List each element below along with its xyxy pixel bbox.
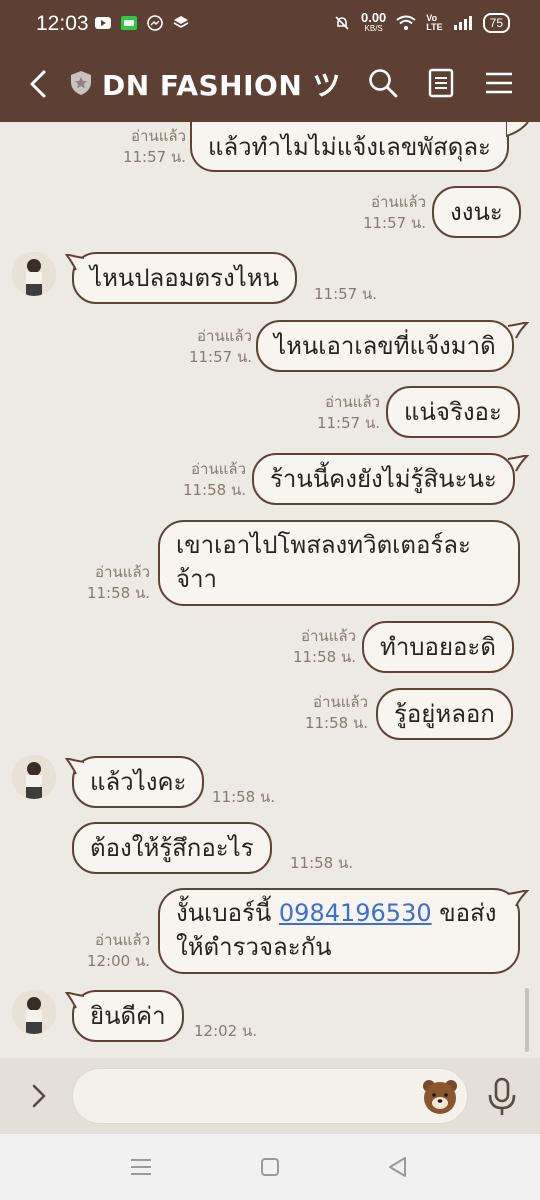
- message-bubble-sent[interactable]: แน่จริงอะ: [386, 386, 520, 438]
- chat-scrollbar[interactable]: [525, 988, 529, 1052]
- chevron-left-icon[interactable]: [24, 66, 54, 102]
- message-input-bar: [0, 1058, 540, 1134]
- volte-indicator: Vo LTE: [426, 13, 443, 32]
- message-bubble-sent[interactable]: เขาเอาไปโพสลงทวิตเตอร์ละ จ้าา: [158, 520, 520, 606]
- avatar[interactable]: [12, 252, 56, 296]
- avatar-photo: [12, 252, 56, 296]
- signal-icon: [453, 16, 472, 30]
- chat-title: DN FASHION ツ: [102, 69, 342, 102]
- microphone-icon[interactable]: [484, 1076, 520, 1118]
- mute-bell-icon: [335, 16, 349, 30]
- phone-number-link[interactable]: 0984196530: [279, 899, 432, 927]
- wifi-icon: [396, 15, 416, 30]
- status-indicators: 0.00 KB/S Vo LTE 75: [333, 10, 510, 34]
- message-meta: อ่านแล้ว 12:00 น.: [86, 931, 150, 970]
- hamburger-menu-icon[interactable]: [482, 66, 516, 100]
- youtube-icon: [95, 17, 111, 29]
- battery-indicator: 75: [482, 13, 510, 33]
- status-bar: 12:03 0.00 KB/S Vo LTE 75: [0, 0, 540, 46]
- message-meta: อ่านแล้ว 11:58 น.: [292, 627, 356, 666]
- message-bubble-sent[interactable]: ทำบอยอะดิ: [362, 621, 514, 673]
- bear-sticker-icon[interactable]: [420, 1076, 460, 1116]
- shield-star-icon: [71, 71, 91, 95]
- chevron-right-icon[interactable]: [24, 1078, 54, 1114]
- message-meta: อ่านแล้ว 11:57 น.: [122, 127, 186, 166]
- message-meta: อ่านแล้ว 11:57 น.: [316, 393, 380, 432]
- message-bubble-sent[interactable]: งงนะ: [432, 186, 521, 238]
- message-bubble-sent[interactable]: ร้านนี้คงยังไม่รู้สินะนะ: [252, 453, 515, 505]
- message-bubble-received[interactable]: แล้วไงคะ: [72, 756, 205, 808]
- status-time: 12:03: [36, 12, 89, 35]
- line-app-icon: [121, 16, 137, 30]
- message-bubble-received[interactable]: ต้องให้รู้สึกอะไร: [72, 822, 272, 874]
- avatar-photo: [12, 755, 56, 799]
- messenger-icon: [147, 15, 163, 31]
- avatar[interactable]: [12, 755, 56, 799]
- chat-message-list[interactable]: อ่านแล้ว 11:57 น. แล้วทำไมไม่แจ้งเลขพัสด…: [0, 122, 540, 1058]
- message-meta: อ่านแล้ว 11:57 น.: [362, 193, 426, 232]
- bubble-tail: [506, 122, 529, 138]
- bubble-tail: [508, 455, 530, 472]
- back-nav-icon[interactable]: [385, 1154, 411, 1180]
- status-app-icons: [94, 15, 190, 31]
- system-nav-bar: [0, 1134, 540, 1200]
- layers-icon: [173, 16, 189, 28]
- message-bubble-sent[interactable]: งั้นเบอร์นี้ 0984196530 ขอส่ง ให้ตำรวจละ…: [158, 888, 520, 974]
- home-icon[interactable]: [257, 1154, 283, 1180]
- message-meta: อ่านแล้ว 11:58 น.: [304, 693, 368, 732]
- notes-icon[interactable]: [424, 66, 458, 100]
- recent-apps-icon[interactable]: [128, 1154, 154, 1180]
- message-time: 11:57 น.: [314, 285, 378, 303]
- chat-header: DN FASHION ツ: [0, 46, 540, 122]
- bubble-tail: [508, 322, 530, 339]
- avatar-photo: [12, 990, 56, 1034]
- message-time: 12:02 น.: [194, 1022, 258, 1040]
- message-bubble-received[interactable]: ไหนปลอมตรงไหน: [72, 252, 297, 304]
- avatar[interactable]: [12, 990, 56, 1034]
- bubble-tail: [508, 890, 530, 907]
- message-bubble-sent[interactable]: รู้อยู่หลอก: [376, 688, 513, 740]
- message-time: 11:58 น.: [212, 788, 276, 806]
- search-icon[interactable]: [366, 66, 400, 100]
- message-bubble-sent[interactable]: ไหนเอาเลขที่แจ้งมาดิ: [256, 320, 514, 372]
- net-speed: 0.00 KB/S: [360, 10, 387, 33]
- message-meta: อ่านแล้ว 11:58 น.: [182, 460, 246, 499]
- message-bubble-sent[interactable]: แล้วทำไมไม่แจ้งเลขพัสดุละ: [190, 122, 509, 172]
- bubble-tail: [64, 254, 84, 271]
- message-meta: อ่านแล้ว 11:58 น.: [86, 563, 150, 602]
- bubble-tail: [64, 758, 84, 775]
- message-time: 11:58 น.: [290, 854, 354, 872]
- bubble-tail: [64, 992, 84, 1009]
- message-meta: อ่านแล้ว 11:57 น.: [188, 327, 252, 366]
- message-input[interactable]: [72, 1068, 468, 1124]
- message-bubble-received[interactable]: ยินดีค่า: [72, 990, 184, 1042]
